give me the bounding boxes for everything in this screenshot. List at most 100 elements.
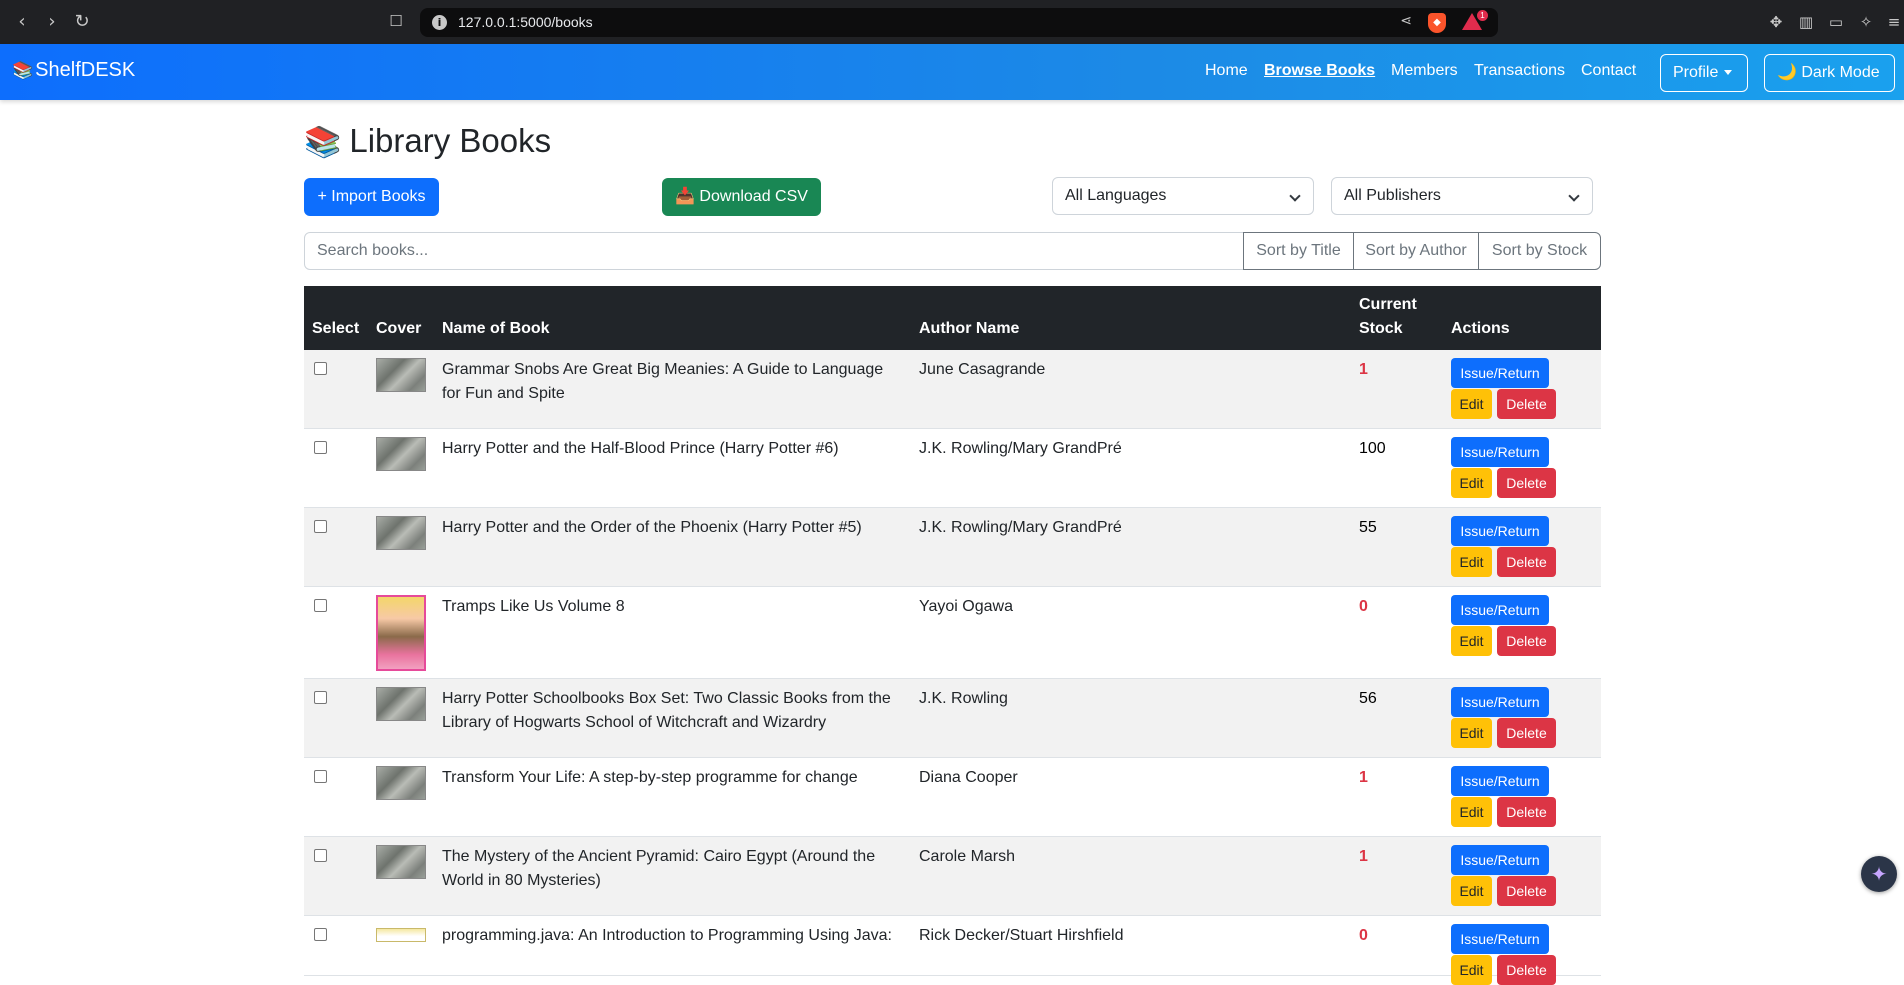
book-title: The Mystery of the Ancient Pyramid: Cair… <box>442 848 876 889</box>
issue-return-button[interactable]: Issue/Return <box>1451 358 1549 388</box>
back-icon[interactable]: ‹ <box>10 10 34 34</box>
stock-value: 55 <box>1359 519 1377 536</box>
edit-button[interactable]: Edit <box>1451 389 1492 419</box>
book-author: June Casagrande <box>919 361 1046 378</box>
stock-value: 0 <box>1359 598 1368 615</box>
menu-icon[interactable]: ≡ <box>1884 12 1904 32</box>
nav-browse-books[interactable]: Browse Books <box>1264 62 1375 80</box>
header-stock-line2: Stock <box>1359 320 1403 337</box>
edit-button[interactable]: Edit <box>1451 547 1492 577</box>
page-title: 📚 Library Books <box>304 122 551 160</box>
table-row: programming.java: An Introduction to Pro… <box>304 916 1601 985</box>
issue-return-button[interactable]: Issue/Return <box>1451 687 1549 717</box>
book-title: Grammar Snobs Are Great Big Meanies: A G… <box>442 361 884 402</box>
header-name: Name of Book <box>442 320 550 337</box>
language-select[interactable]: All Languages <box>1052 177 1314 215</box>
delete-button[interactable]: Delete <box>1497 718 1556 748</box>
book-author: Diana Cooper <box>919 769 1018 786</box>
table-row: Grammar Snobs Are Great Big Meanies: A G… <box>304 350 1601 429</box>
stock-value: 56 <box>1359 690 1377 707</box>
url-text[interactable]: 127.0.0.1:5000/books <box>458 14 593 30</box>
dark-mode-button[interactable]: 🌙 Dark Mode <box>1764 54 1895 92</box>
table-row: Harry Potter and the Half-Blood Prince (… <box>304 429 1601 508</box>
search-input[interactable]: Search books... <box>304 232 1244 270</box>
delete-button[interactable]: Delete <box>1497 468 1556 498</box>
publisher-select[interactable]: All Publishers <box>1331 177 1593 215</box>
book-cover <box>376 437 426 471</box>
forward-icon[interactable]: › <box>40 10 64 34</box>
edit-button[interactable]: Edit <box>1451 626 1492 656</box>
leo-sparkle-icon[interactable]: ✦ <box>1861 856 1897 892</box>
delete-button[interactable]: Delete <box>1497 389 1556 419</box>
sidebar-icon[interactable]: ▥ <box>1796 12 1816 32</box>
edit-button[interactable]: Edit <box>1451 718 1492 748</box>
reload-icon[interactable]: ↻ <box>70 10 94 34</box>
leo-icon[interactable]: ✧ <box>1856 12 1876 32</box>
book-cover <box>376 516 426 550</box>
profile-dropdown[interactable]: Profile <box>1660 54 1748 92</box>
info-icon[interactable]: i <box>432 15 447 30</box>
issue-return-button[interactable]: Issue/Return <box>1451 595 1549 625</box>
edit-button[interactable]: Edit <box>1451 468 1492 498</box>
bookmark-icon[interactable]: ☐ <box>386 12 406 32</box>
sort-by-stock-button[interactable]: Sort by Stock <box>1478 232 1601 270</box>
select-checkbox[interactable] <box>314 849 327 862</box>
browser-toolbar: ‹ › ↻ ☐ i 127.0.0.1:5000/books ⋖ ◆ 1 ✥ ▥… <box>0 0 1904 44</box>
stock-value: 0 <box>1359 927 1368 944</box>
nav-contact[interactable]: Contact <box>1581 62 1636 80</box>
table-row: Harry Potter and the Order of the Phoeni… <box>304 508 1601 587</box>
issue-return-button[interactable]: Issue/Return <box>1451 516 1549 546</box>
nav-home[interactable]: Home <box>1205 62 1248 80</box>
wallet-icon[interactable]: ▭ <box>1826 12 1846 32</box>
select-checkbox[interactable] <box>314 599 327 612</box>
extensions-icon[interactable]: ✥ <box>1766 12 1786 32</box>
stock-value: 1 <box>1359 361 1368 378</box>
publisher-select-value: All Publishers <box>1344 187 1441 204</box>
address-bar[interactable]: i 127.0.0.1:5000/books ⋖ ◆ 1 <box>420 8 1498 37</box>
header-select: Select <box>312 320 360 337</box>
issue-return-button[interactable]: Issue/Return <box>1451 924 1549 954</box>
delete-button[interactable]: Delete <box>1497 797 1556 827</box>
delete-button[interactable]: Delete <box>1497 547 1556 577</box>
download-csv-button[interactable]: 📥 Download CSV <box>662 178 821 216</box>
edit-button[interactable]: Edit <box>1451 797 1492 827</box>
book-title: Harry Potter and the Half-Blood Prince (… <box>442 440 839 457</box>
table-row: Transform Your Life: A step-by-step prog… <box>304 758 1601 837</box>
header-author: Author Name <box>919 320 1020 337</box>
header-actions: Actions <box>1451 320 1510 337</box>
book-cover <box>376 358 426 392</box>
brand-link[interactable]: 📚 ShelfDESK <box>12 59 135 82</box>
delete-button[interactable]: Delete <box>1497 955 1556 985</box>
stock-value: 1 <box>1359 848 1368 865</box>
select-checkbox[interactable] <box>314 928 327 941</box>
book-title: Tramps Like Us Volume 8 <box>442 598 625 615</box>
book-author: Rick Decker/Stuart Hirshfield <box>919 927 1124 944</box>
edit-button[interactable]: Edit <box>1451 955 1492 985</box>
table-header: Select Cover Name of Book Author Name Cu… <box>304 286 1601 350</box>
nav-transactions[interactable]: Transactions <box>1474 62 1565 80</box>
books-icon: 📚 <box>304 125 342 160</box>
issue-return-button[interactable]: Issue/Return <box>1451 766 1549 796</box>
issue-return-button[interactable]: Issue/Return <box>1451 845 1549 875</box>
select-checkbox[interactable] <box>314 691 327 704</box>
select-checkbox[interactable] <box>314 520 327 533</box>
edit-button[interactable]: Edit <box>1451 876 1492 906</box>
brave-shield-icon[interactable]: ◆ <box>1428 13 1446 33</box>
book-author: J.K. Rowling/Mary GrandPré <box>919 440 1122 457</box>
issue-return-button[interactable]: Issue/Return <box>1451 437 1549 467</box>
nav-members[interactable]: Members <box>1391 62 1458 80</box>
delete-button[interactable]: Delete <box>1497 876 1556 906</box>
app-navbar: 📚 ShelfDESK Home Browse Books Members Tra… <box>0 44 1904 100</box>
sort-by-author-button[interactable]: Sort by Author <box>1353 232 1479 270</box>
table-row: The Mystery of the Ancient Pyramid: Cair… <box>304 837 1601 916</box>
delete-button[interactable]: Delete <box>1497 626 1556 656</box>
select-checkbox[interactable] <box>314 441 327 454</box>
share-icon[interactable]: ⋖ <box>1400 13 1412 29</box>
select-checkbox[interactable] <box>314 770 327 783</box>
book-cover <box>376 845 426 879</box>
select-checkbox[interactable] <box>314 362 327 375</box>
books-icon: 📚 <box>12 61 34 81</box>
chevron-down-icon <box>1289 190 1301 202</box>
sort-by-title-button[interactable]: Sort by Title <box>1243 232 1354 270</box>
import-books-button[interactable]: + Import Books <box>304 178 439 216</box>
